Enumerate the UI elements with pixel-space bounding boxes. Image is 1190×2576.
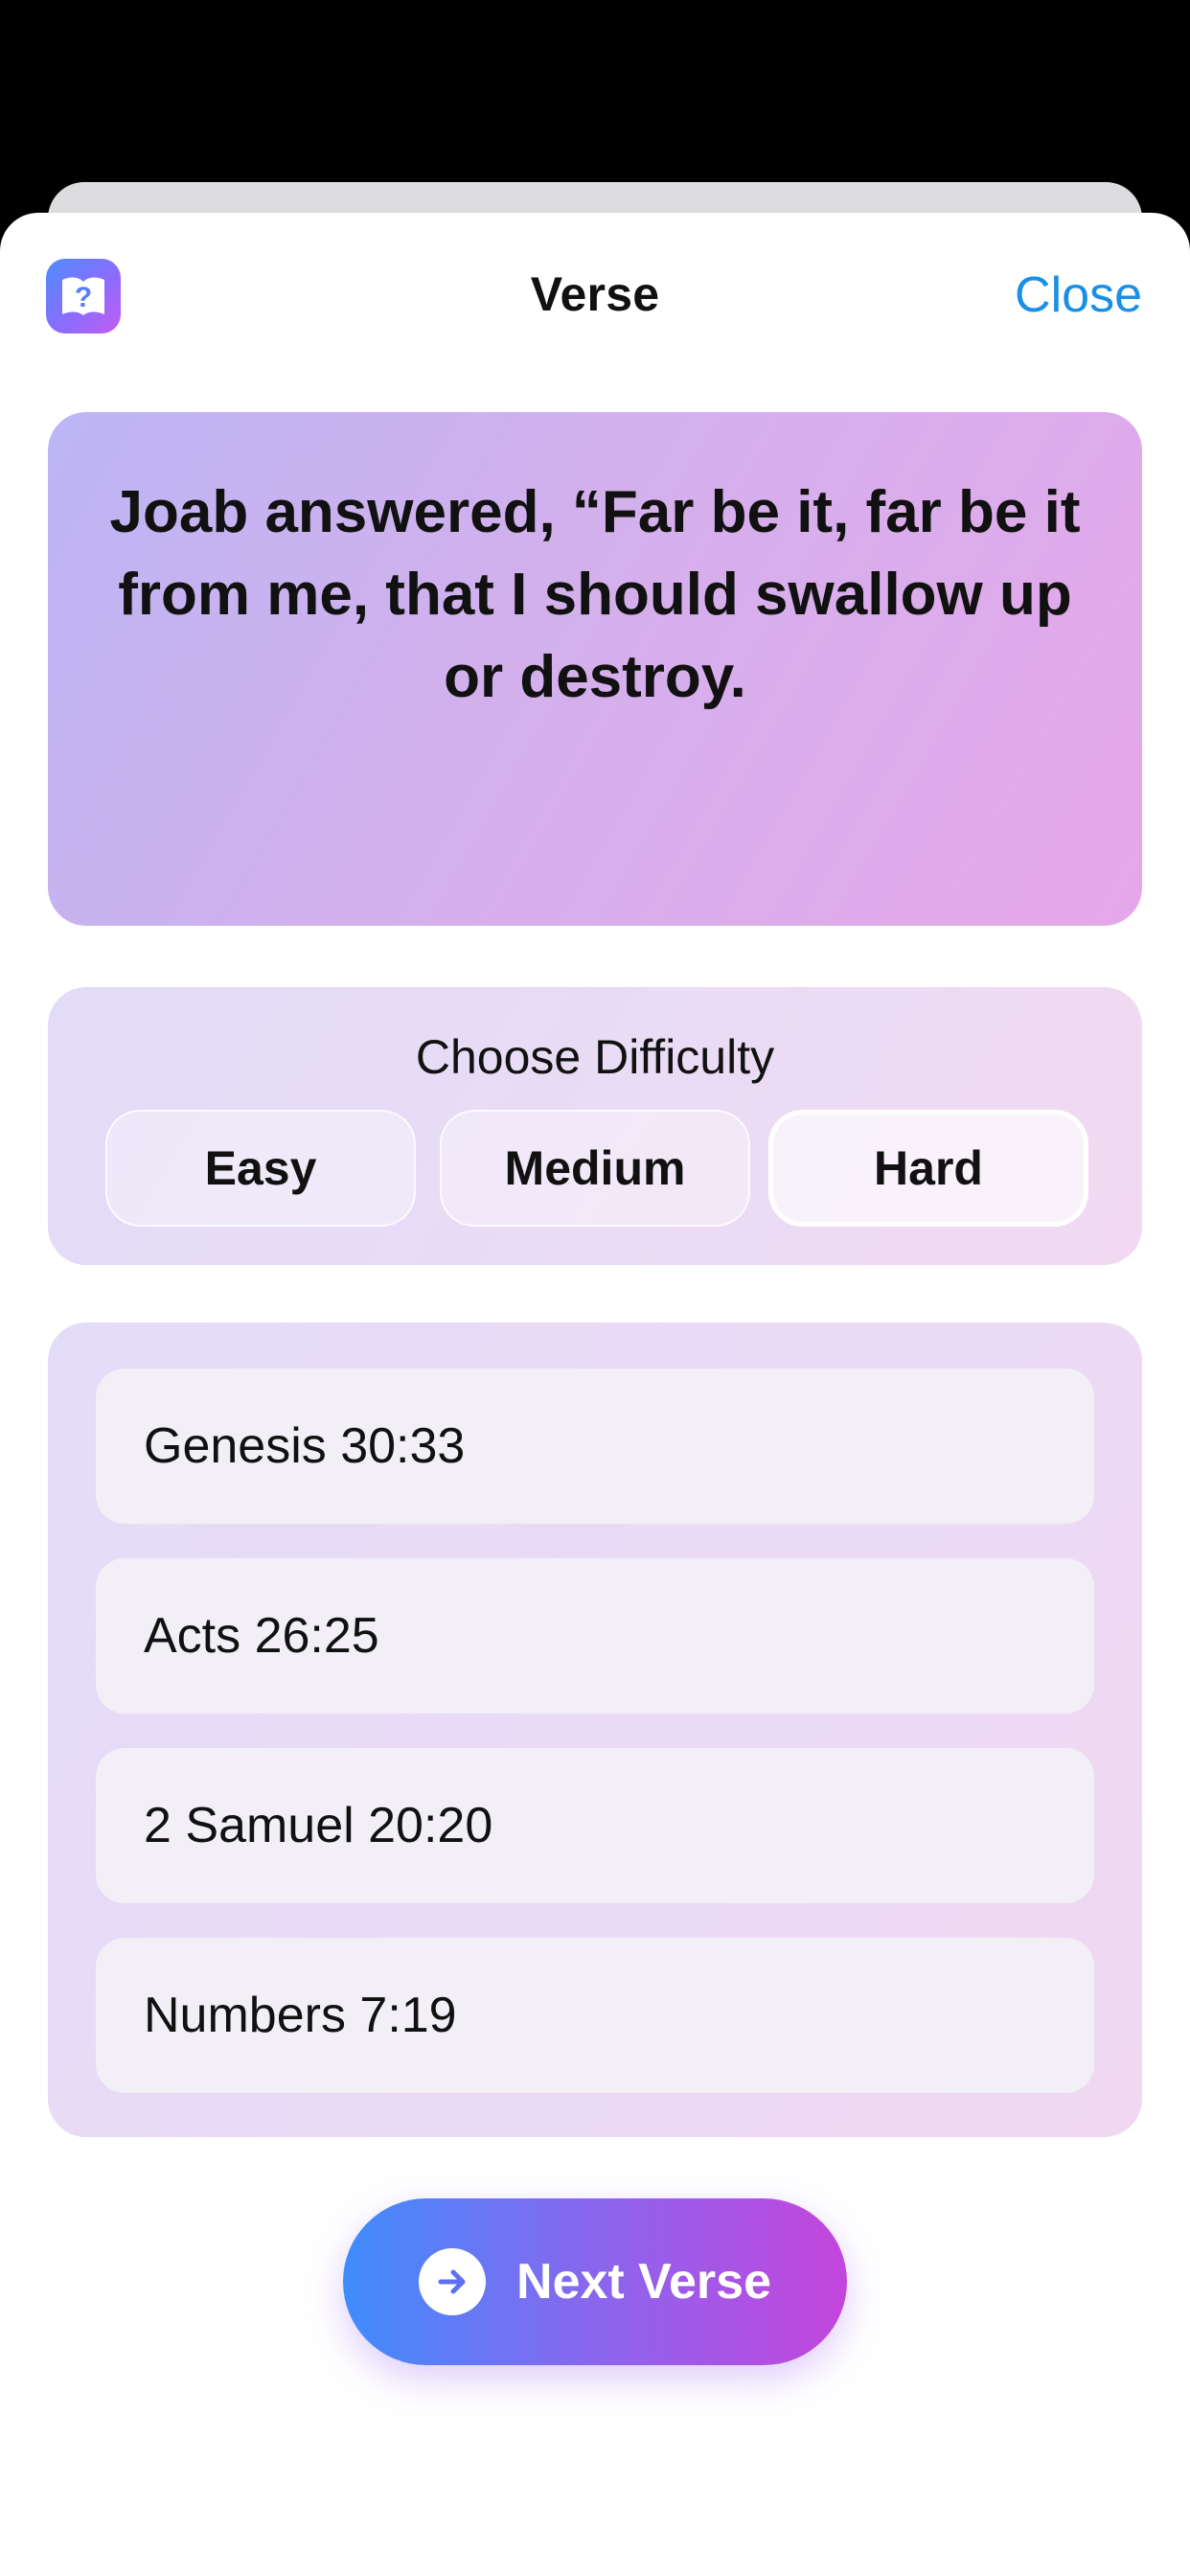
page-title: Verse: [530, 267, 660, 321]
difficulty-easy-button[interactable]: Easy: [105, 1110, 416, 1227]
difficulty-hard-button[interactable]: Hard: [768, 1110, 1088, 1227]
verse-sheet: ? Verse Close Joab answered, “Far be it,…: [0, 213, 1190, 2576]
difficulty-medium-button[interactable]: Medium: [440, 1110, 750, 1227]
difficulty-selector: Choose Difficulty Easy Medium Hard: [48, 987, 1142, 1265]
answer-option[interactable]: Acts 26:25: [96, 1558, 1094, 1714]
verse-text: Joab answered, “Far be it, far be it fro…: [109, 479, 1081, 710]
answer-option[interactable]: 2 Samuel 20:20: [96, 1748, 1094, 1903]
answer-option[interactable]: Numbers 7:19: [96, 1938, 1094, 2093]
arrow-right-circle-icon: [419, 2248, 487, 2315]
verse-card: Joab answered, “Far be it, far be it fro…: [48, 412, 1142, 926]
answer-options-list: Genesis 30:33 Acts 26:25 2 Samuel 20:20 …: [48, 1322, 1142, 2137]
difficulty-label: Choose Difficulty: [415, 1030, 775, 1084]
navigation-bar: ? Verse Close: [0, 213, 1190, 376]
close-button[interactable]: Close: [1015, 266, 1142, 324]
answer-option[interactable]: Genesis 30:33: [96, 1368, 1094, 1524]
next-verse-label: Next Verse: [516, 2254, 771, 2310]
next-verse-button[interactable]: Next Verse: [343, 2198, 847, 2365]
